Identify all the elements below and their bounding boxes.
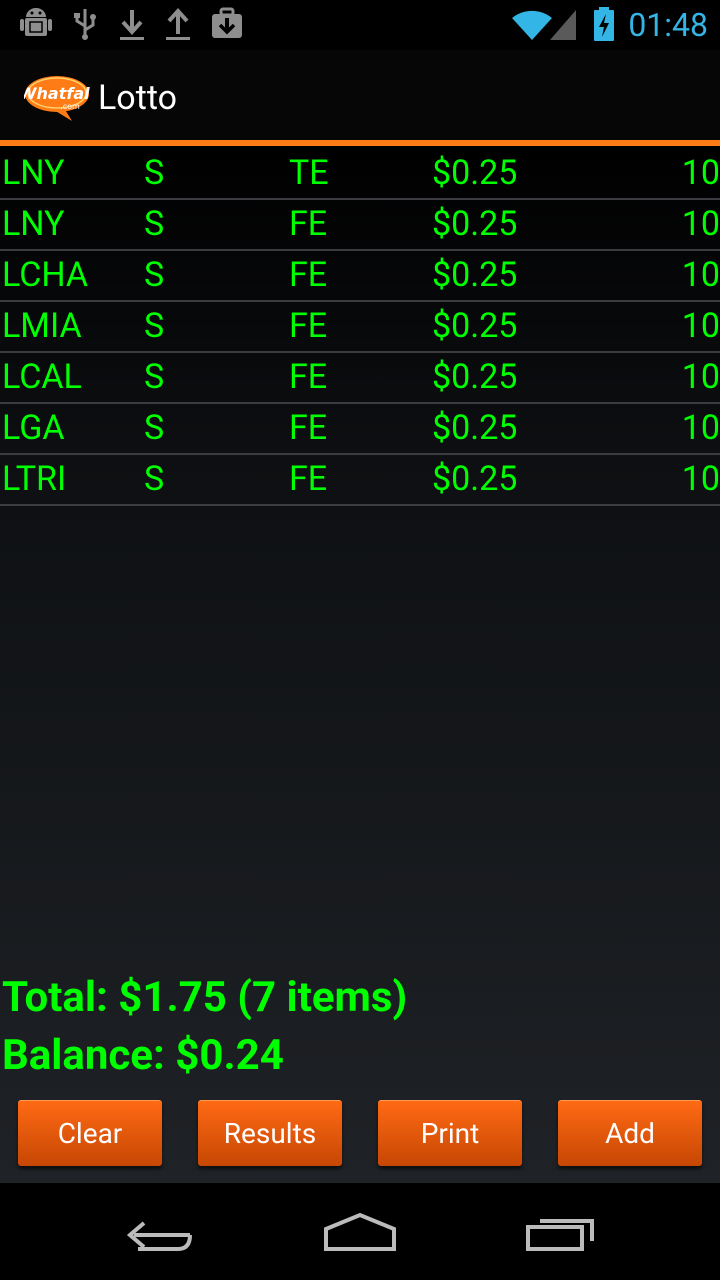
results-button[interactable]: Results xyxy=(198,1100,342,1166)
play-type: S xyxy=(144,408,165,448)
clock: 01:48 xyxy=(628,6,708,44)
home-icon[interactable] xyxy=(322,1209,398,1253)
svg-text:Whatfall: Whatfall xyxy=(24,84,90,103)
draw-type: FE xyxy=(289,306,328,346)
draw-type: FE xyxy=(289,255,328,295)
game-code: LNY xyxy=(2,204,65,244)
play-type: S xyxy=(144,153,165,193)
number: 10 xyxy=(681,459,720,499)
game-code: LCHA xyxy=(2,255,89,295)
number: 10 xyxy=(681,357,720,397)
ticket-list-container: LNY S TE $0.25 10 LNY S FE $0.25 10 LCHA… xyxy=(0,146,720,1183)
amount: $0.25 xyxy=(432,408,518,448)
table-row[interactable]: LCHA S FE $0.25 10 xyxy=(0,250,720,302)
back-icon[interactable] xyxy=(124,1209,196,1253)
action-bar: Whatfall .com Lotto xyxy=(0,50,720,140)
clear-button[interactable]: Clear xyxy=(18,1100,162,1166)
amount: $0.25 xyxy=(432,255,518,295)
table-row[interactable]: LNY S TE $0.25 10 xyxy=(0,148,720,200)
number: 10 xyxy=(681,153,720,193)
table-row[interactable]: LNY S FE $0.25 10 xyxy=(0,199,720,251)
usb-icon xyxy=(74,9,96,40)
amount: $0.25 xyxy=(432,204,518,244)
android-debug-icon xyxy=(20,8,52,36)
app-title: Lotto xyxy=(98,78,178,118)
game-code: LGA xyxy=(2,408,65,448)
svg-text:.com: .com xyxy=(60,102,80,111)
balance-label: Balance: $0.24 xyxy=(2,1031,284,1080)
table-row[interactable]: LMIA S FE $0.25 10 xyxy=(0,301,720,353)
draw-type: TE xyxy=(289,153,329,193)
status-bar: 01:48 xyxy=(0,0,720,50)
upload-icon xyxy=(166,8,190,40)
table-row[interactable]: LCAL S FE $0.25 10 xyxy=(0,352,720,404)
number: 10 xyxy=(681,255,720,295)
play-type: S xyxy=(144,459,165,499)
download-icon xyxy=(120,10,144,40)
download-box-icon xyxy=(212,7,242,38)
whatfall-logo-icon[interactable]: Whatfall .com xyxy=(24,74,90,122)
play-type: S xyxy=(144,306,165,346)
play-type: S xyxy=(144,357,165,397)
draw-type: FE xyxy=(289,459,328,499)
number: 10 xyxy=(681,204,720,244)
draw-type: FE xyxy=(289,357,328,397)
table-row[interactable]: LGA S FE $0.25 10 xyxy=(0,403,720,455)
game-code: LTRI xyxy=(2,459,67,499)
print-button[interactable]: Print xyxy=(378,1100,522,1166)
navigation-bar xyxy=(0,1183,720,1280)
number: 10 xyxy=(681,306,720,346)
amount: $0.25 xyxy=(432,306,518,346)
game-code: LMIA xyxy=(2,306,82,346)
amount: $0.25 xyxy=(432,153,518,193)
amount: $0.25 xyxy=(432,357,518,397)
signal-icon xyxy=(550,10,576,40)
add-button[interactable]: Add xyxy=(558,1100,702,1166)
draw-type: FE xyxy=(289,408,328,448)
table-row[interactable]: LTRI S FE $0.25 10 xyxy=(0,454,720,506)
recent-apps-icon[interactable] xyxy=(524,1209,600,1253)
battery-charging-icon xyxy=(594,7,614,41)
number: 10 xyxy=(681,408,720,448)
draw-type: FE xyxy=(289,204,328,244)
amount: $0.25 xyxy=(432,459,518,499)
play-type: S xyxy=(144,204,165,244)
game-code: LNY xyxy=(2,153,65,193)
game-code: LCAL xyxy=(2,357,82,397)
total-label: Total: $1.75 (7 items) xyxy=(2,973,408,1022)
play-type: S xyxy=(144,255,165,295)
